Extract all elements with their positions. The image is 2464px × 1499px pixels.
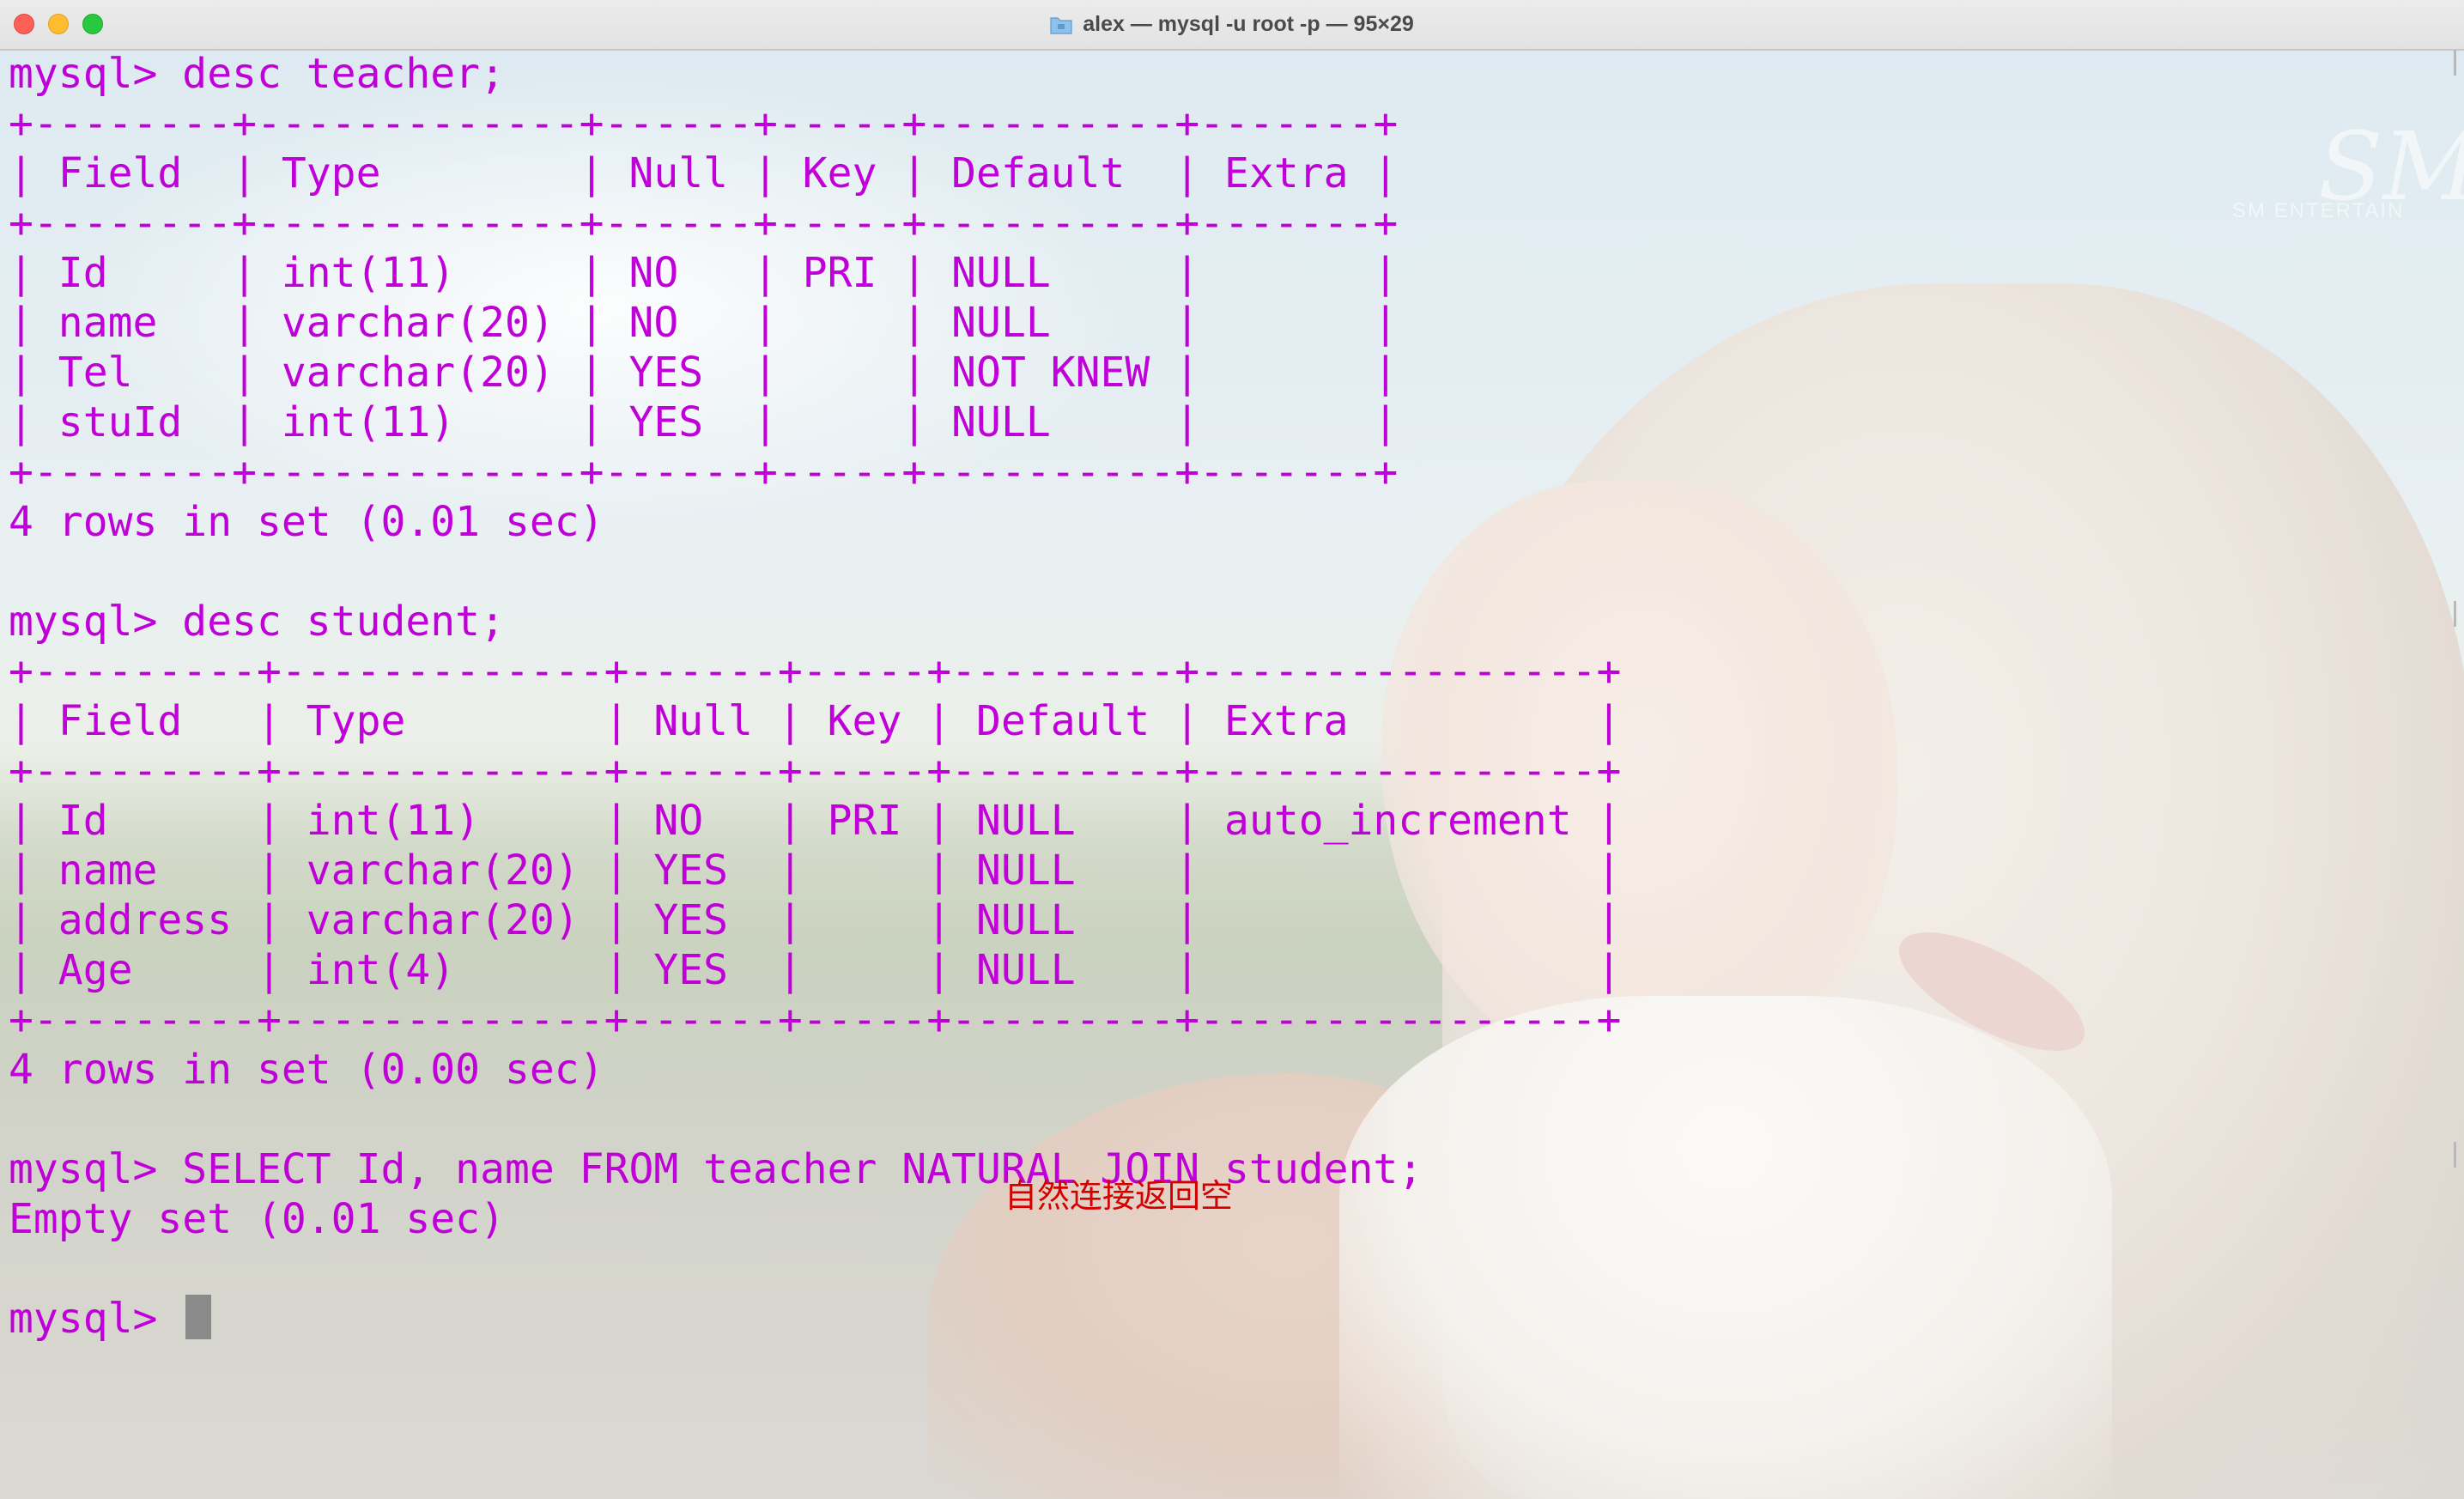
terminal-line: | name | varchar(20) | NO | | NULL | | xyxy=(9,299,1399,347)
terminal-line: | Tel | varchar(20) | YES | | NOT KNEW |… xyxy=(9,349,1399,397)
terminal-line: | stuId | int(11) | YES | | NULL | | xyxy=(9,398,1399,446)
terminal-line: 4 rows in set (0.01 sec) xyxy=(9,498,604,546)
window-title-wrap: alex — mysql -u root -p — 95×29 xyxy=(0,0,2464,49)
terminal-line: Empty set (0.01 sec) xyxy=(9,1195,505,1243)
terminal-line: | Id | int(11) | NO | PRI | NULL | auto_… xyxy=(9,797,1622,845)
window-title: alex — mysql -u root -p — 95×29 xyxy=(1083,12,1414,36)
annotation-note: 自然连接返回空 xyxy=(1004,1177,1234,1215)
text-cursor xyxy=(185,1295,212,1339)
terminal-line: | Id | int(11) | NO | PRI | NULL | | xyxy=(9,249,1399,297)
terminal-line: | Field | Type | Null | Key | Default | … xyxy=(9,149,1399,197)
terminal-content[interactable]: mysql> desc teacher; +--------+---------… xyxy=(0,49,2464,1499)
terminal-line: +---------+-------------+------+-----+--… xyxy=(9,996,1622,1044)
terminal-line: mysql> SELECT Id, name FROM teacher NATU… xyxy=(9,1145,1423,1193)
scroll-marker-bottom xyxy=(2454,1142,2456,1168)
terminal-window: alex — mysql -u root -p — 95×29 SM SM EN… xyxy=(0,0,2464,1499)
scroll-marker-top xyxy=(2454,50,2456,76)
terminal-line: +--------+-------------+------+-----+---… xyxy=(9,448,1399,496)
terminal-line: +--------+-------------+------+-----+---… xyxy=(9,100,1399,148)
terminal-line: +--------+-------------+------+-----+---… xyxy=(9,199,1399,247)
folder-icon xyxy=(1050,16,1072,34)
terminal-prompt-line[interactable]: mysql> xyxy=(9,1294,2464,1344)
terminal-prompt: mysql> xyxy=(9,1295,183,1343)
scroll-marker-mid xyxy=(2454,601,2456,627)
terminal-line: | Field | Type | Null | Key | Default | … xyxy=(9,697,1622,745)
terminal-line: | address | varchar(20) | YES | | NULL |… xyxy=(9,896,1622,944)
terminal-line: | Age | int(4) | YES | | NULL | | xyxy=(9,946,1622,994)
terminal-line: 4 rows in set (0.00 sec) xyxy=(9,1046,604,1094)
terminal-line: +---------+-------------+------+-----+--… xyxy=(9,747,1622,795)
terminal-line: | name | varchar(20) | YES | | NULL | | xyxy=(9,847,1622,895)
terminal-line: mysql> desc student; xyxy=(9,598,505,646)
title-bar[interactable]: alex — mysql -u root -p — 95×29 xyxy=(0,0,2464,51)
terminal-line: +---------+-------------+------+-----+--… xyxy=(9,647,1622,695)
terminal-line: mysql> desc teacher; xyxy=(9,50,505,98)
